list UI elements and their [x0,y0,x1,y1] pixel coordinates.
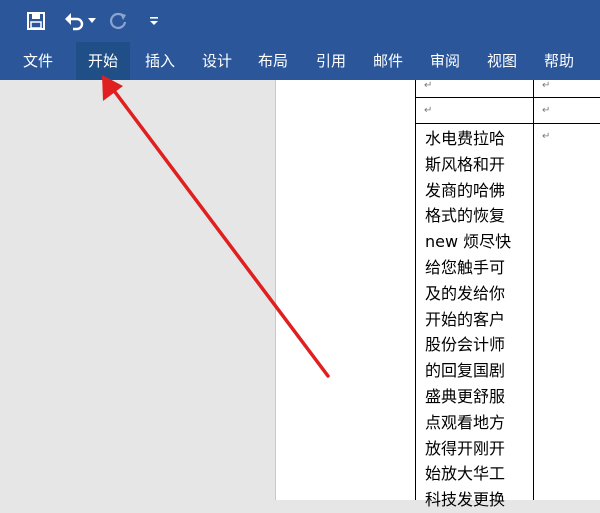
annotation-arrow [102,75,330,378]
